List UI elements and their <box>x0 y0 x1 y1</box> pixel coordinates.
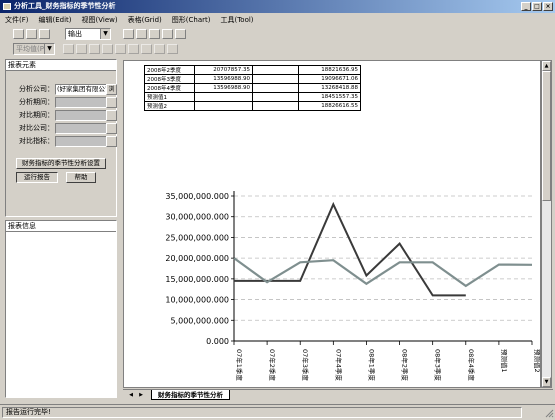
x-tick-label: 08年2季度 <box>401 349 410 381</box>
field-label: 分析期间： <box>19 98 54 106</box>
compare-period-field[interactable] <box>55 110 107 121</box>
select-button[interactable] <box>106 123 117 134</box>
browse-button[interactable]: 浏 <box>106 84 117 95</box>
color-icon[interactable] <box>154 44 165 54</box>
minimize-button[interactable]: _ <box>521 2 531 11</box>
y-tick-label: 35,000,000.000 <box>165 192 229 201</box>
filter-icon[interactable] <box>89 44 100 54</box>
x-tick-label: 预测值1 <box>500 349 509 373</box>
panel-title: 报表信息 <box>6 221 116 232</box>
x-tick-label: 07年2季度 <box>268 349 277 381</box>
field-label: 对比公司： <box>19 124 54 132</box>
report-elements-panel: 报表元素 分析公司： (好家集团有限公司 浏 分析期间： 对比期间： 对比公司：… <box>5 59 117 217</box>
x-tick-label: 07年3季度 <box>301 349 310 381</box>
y-tick-label: 30,000,000.000 <box>165 213 229 222</box>
align-icon[interactable] <box>115 44 126 54</box>
new-file-icon[interactable] <box>13 29 24 39</box>
field-label: 对比指标： <box>19 137 54 145</box>
table-icon[interactable] <box>136 29 147 39</box>
field-label: 对比期间： <box>19 111 54 119</box>
menu-tool[interactable]: 工具(Tool) <box>220 14 253 26</box>
chart-icon[interactable] <box>149 29 160 39</box>
disabled-combo[interactable]: 平均值(P) ▼ <box>13 43 55 55</box>
merge-icon[interactable] <box>128 44 139 54</box>
report-info-panel: 报表信息 <box>5 220 117 398</box>
scroll-thumb[interactable] <box>542 71 551 201</box>
main-toolbar: 输出 ▼ <box>0 27 555 41</box>
seasonal-settings-button[interactable]: 财务指标的季节性分析设置 <box>16 158 106 169</box>
output-combo-value: 输出 <box>68 30 82 38</box>
tab-next-icon[interactable]: ▶ <box>137 391 145 399</box>
output-combo[interactable]: 输出 ▼ <box>65 28 111 40</box>
font-icon[interactable] <box>167 44 178 54</box>
scroll-down-icon[interactable]: ▼ <box>542 377 551 387</box>
open-file-icon[interactable] <box>26 29 37 39</box>
y-tick-label: 20,000,000.000 <box>165 254 229 263</box>
y-tick-label: 10,000,000.000 <box>165 296 229 305</box>
format-icon[interactable] <box>63 44 74 54</box>
sum-icon[interactable] <box>76 44 87 54</box>
resize-grip-icon[interactable] <box>544 408 554 418</box>
select-button[interactable] <box>106 136 117 147</box>
y-tick-label: 25,000,000.000 <box>165 233 229 242</box>
y-tick-label: 5,000,000.000 <box>170 316 229 325</box>
company-field[interactable]: (好家集团有限公司 <box>55 84 107 95</box>
field-label: 分析公司： <box>19 85 54 93</box>
menu-bar: 文件(F) 编辑(Edit) 视图(View) 表格(Grid) 图形(Char… <box>0 14 555 26</box>
close-button[interactable]: × <box>543 2 553 11</box>
x-tick-label: 08年4季度 <box>467 349 476 381</box>
menu-view[interactable]: 视图(View) <box>82 14 118 26</box>
panel-title: 报表元素 <box>6 60 116 71</box>
compare-company-field[interactable] <box>55 123 107 134</box>
tab-prev-icon[interactable]: ◀ <box>127 391 135 399</box>
select-button[interactable] <box>106 97 117 108</box>
compare-metric-field[interactable] <box>55 136 107 147</box>
vertical-scrollbar[interactable]: ▲ ▼ <box>541 60 552 388</box>
save-file-icon[interactable] <box>39 29 50 39</box>
status-bar: 报告运行完毕! <box>0 404 555 419</box>
x-tick-label: 07年4季度 <box>334 349 343 381</box>
maximize-button[interactable]: □ <box>532 2 542 11</box>
menu-chart[interactable]: 图形(Chart) <box>172 14 211 26</box>
format-toolbar: 平均值(P) ▼ <box>0 42 555 56</box>
menu-edit[interactable]: 编辑(Edit) <box>39 14 72 26</box>
window-title-bar[interactable]: 分析工具_财务指标的季节性分析 _ □ × <box>0 0 555 13</box>
sheet-tab[interactable]: 财务指标的季节性分析 <box>151 390 230 400</box>
print-icon[interactable] <box>175 29 186 39</box>
report-document: 2008年2季度 20707857.35 18821636.95 2008年3季度 13… <box>123 60 541 388</box>
period-field[interactable] <box>55 97 107 108</box>
y-tick-label: 0.000 <box>206 337 229 346</box>
help-button[interactable]: 帮助 <box>66 172 96 183</box>
x-tick-label: 08年3季度 <box>434 349 443 381</box>
status-text: 报告运行完毕! <box>2 407 522 418</box>
grid-icon[interactable] <box>123 29 134 39</box>
border-icon[interactable] <box>141 44 152 54</box>
x-tick-label: 预测值2 <box>533 349 541 373</box>
app-icon <box>3 3 11 10</box>
sort-icon[interactable] <box>102 44 113 54</box>
y-tick-label: 15,000,000.000 <box>165 275 229 284</box>
menu-grid[interactable]: 表格(Grid) <box>128 14 162 26</box>
chevron-down-icon: ▼ <box>100 29 110 39</box>
scroll-up-icon[interactable]: ▲ <box>542 61 551 71</box>
sheet-tab-bar: ◀ ▶ 财务指标的季节性分析 <box>123 389 553 400</box>
disabled-combo-value: 平均值(P) <box>16 45 47 53</box>
copy-icon[interactable] <box>162 29 173 39</box>
chevron-down-icon: ▼ <box>44 44 54 54</box>
x-tick-label: 08年1季度 <box>367 349 376 381</box>
run-report-button[interactable]: 运行报告 <box>16 172 58 183</box>
x-tick-label: 07年1季度 <box>235 349 244 381</box>
seasonal-line-chart: 0.000 5,000,000.000 10,000,000.000 15,000,0… <box>165 191 541 381</box>
select-button[interactable] <box>106 110 117 121</box>
menu-file[interactable]: 文件(F) <box>5 14 29 26</box>
window-title: 分析工具_财务指标的季节性分析 <box>14 2 116 10</box>
